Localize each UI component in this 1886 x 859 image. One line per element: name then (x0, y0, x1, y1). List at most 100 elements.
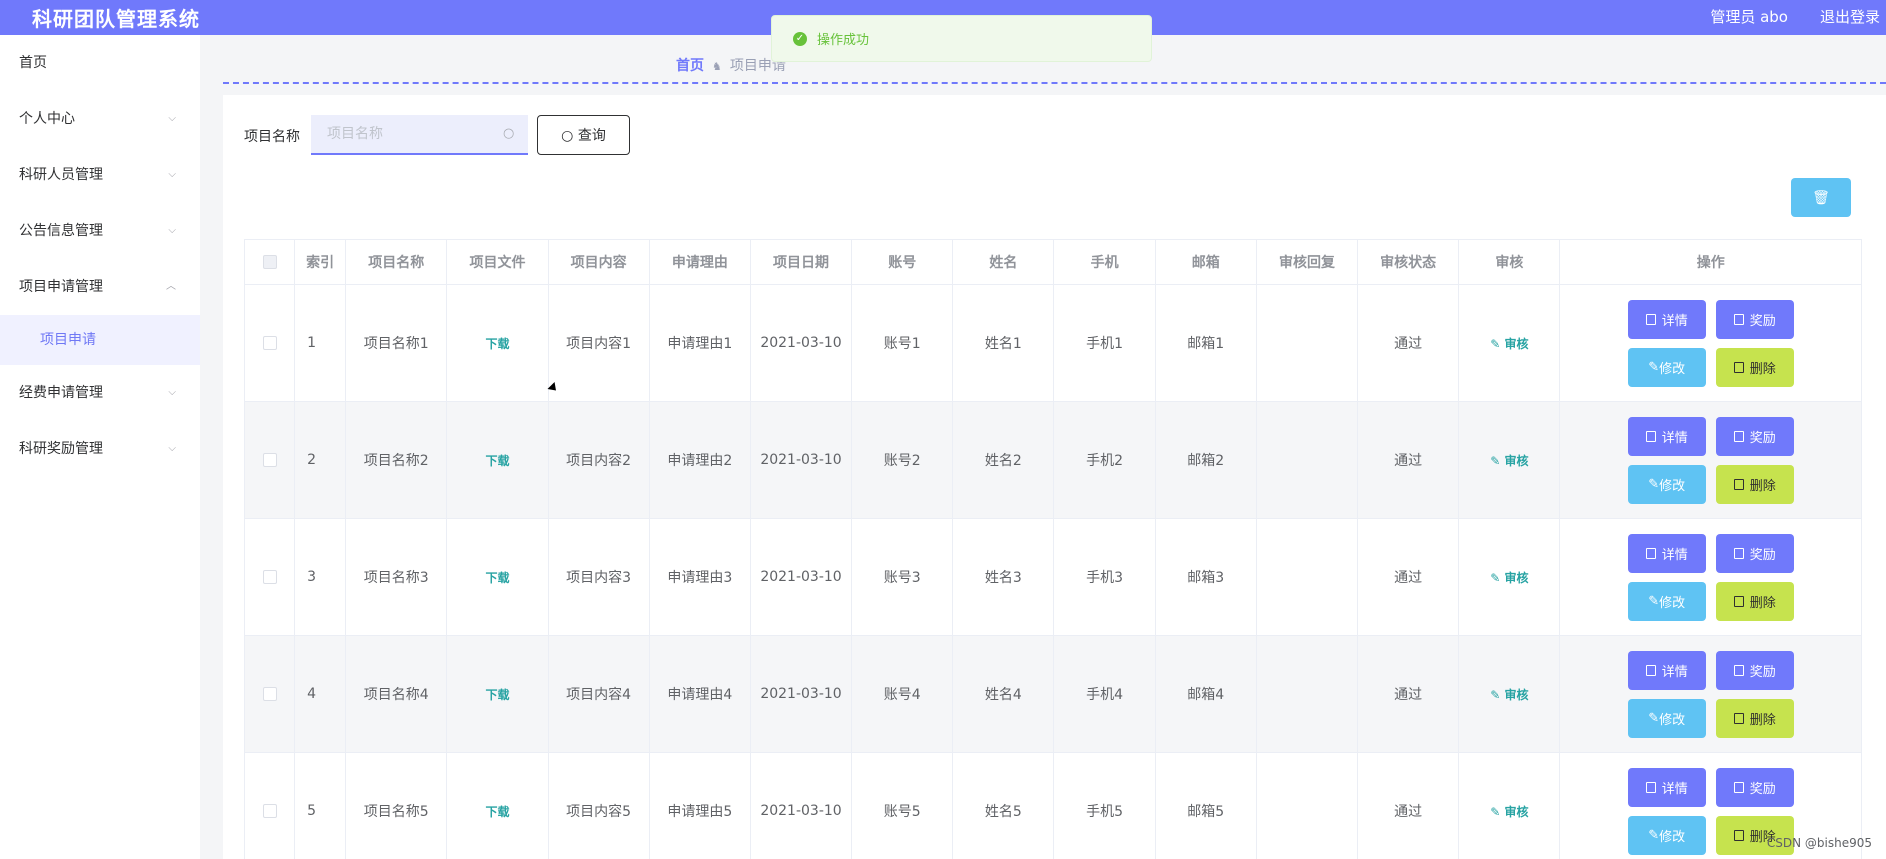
trash-icon: 🗑 (1812, 189, 1830, 205)
document-icon (1645, 664, 1656, 676)
sidebar-item-personal-center[interactable]: 个人中心 ⌵ (0, 91, 200, 147)
column-header: 申请理由 (648, 239, 751, 285)
document-icon (1733, 430, 1744, 442)
breadcrumb-home[interactable]: 首页 (676, 58, 704, 74)
award-button[interactable]: 奖励 (1715, 299, 1794, 339)
edit-button[interactable]: ✎ 修改 (1627, 464, 1706, 504)
delete-button[interactable]: 删除 (1715, 347, 1794, 387)
delete-button[interactable]: 删除 (1715, 581, 1794, 621)
detail-button[interactable]: 详情 (1627, 299, 1706, 339)
divider (223, 82, 1886, 84)
cell-content: 项目内容1 (547, 284, 650, 402)
edit-icon: ✎ (1648, 827, 1660, 843)
cell-person: 姓名3 (952, 518, 1055, 636)
column-header: 审核回复 (1255, 239, 1359, 285)
sidebar-item-label: 个人中心 (19, 111, 75, 127)
select-all-checkbox[interactable] (262, 255, 277, 269)
search-input[interactable] (311, 115, 528, 155)
delete-label: 删除 (1749, 478, 1776, 494)
edit-button[interactable]: ✎ 修改 (1627, 347, 1706, 387)
sidebar-item-notices[interactable]: 公告信息管理 ⌵ (0, 203, 200, 259)
document-icon (1645, 430, 1656, 442)
cell-index: 1 (294, 284, 347, 402)
cell-email: 邮箱4 (1154, 635, 1257, 753)
project-table: 索引 项目名称 项目文件 项目内容 申请理由 项目日期 账号 姓名 手机 邮箱 … (243, 239, 1862, 859)
award-button[interactable]: 奖励 (1715, 767, 1794, 807)
detail-button[interactable]: 详情 (1627, 416, 1706, 456)
download-link[interactable]: 下载 (485, 688, 509, 702)
search-label: 项目名称 (244, 129, 300, 145)
cell-phone: 手机4 (1053, 635, 1156, 753)
logout-link[interactable]: 退出登录 (1820, 6, 1880, 27)
document-icon (1733, 547, 1744, 559)
row-select-cell (243, 635, 296, 753)
detail-button[interactable]: 详情 (1627, 650, 1706, 690)
cell-reason: 申请理由1 (648, 284, 751, 402)
award-button[interactable]: 奖励 (1715, 650, 1794, 690)
cell-reply (1255, 401, 1359, 519)
sidebar-subitem-project-apply[interactable]: 项目申请 (0, 315, 200, 365)
download-link[interactable]: 下载 (485, 337, 509, 351)
cell-date: 2021-03-10 (749, 635, 853, 753)
app-title: 科研团队管理系统 (32, 7, 200, 31)
sidebar-item-researchers[interactable]: 科研人员管理 ⌵ (0, 147, 200, 203)
sidebar-item-label: 科研奖励管理 (19, 441, 103, 457)
cell-account: 账号1 (851, 284, 954, 402)
award-button[interactable]: 奖励 (1715, 533, 1794, 573)
edit-button[interactable]: ✎ 修改 (1627, 581, 1706, 621)
edit-button[interactable]: ✎ 修改 (1627, 698, 1706, 738)
trash-icon (1733, 829, 1744, 841)
award-button[interactable]: 奖励 (1715, 416, 1794, 456)
review-label: 审核 (1504, 336, 1529, 351)
cell-status: 通过 (1357, 284, 1460, 402)
download-link[interactable]: 下载 (485, 571, 509, 585)
sidebar-item-awards[interactable]: 科研奖励管理 ⌵ (0, 421, 200, 477)
sidebar-item-funding[interactable]: 经费申请管理 ⌵ (0, 365, 200, 421)
document-icon (1733, 313, 1744, 325)
delete-label: 删除 (1749, 595, 1776, 611)
review-link[interactable]: ✎ 审核 (1490, 571, 1528, 585)
cell-index: 2 (294, 401, 347, 519)
review-link[interactable]: ✎ 审核 (1490, 454, 1528, 468)
column-header: 项目名称 (345, 239, 448, 285)
edit-button[interactable]: ✎ 修改 (1627, 815, 1706, 855)
detail-button[interactable]: 详情 (1627, 767, 1706, 807)
column-header: 姓名 (952, 239, 1055, 285)
award-label: 奖励 (1749, 664, 1776, 680)
download-link[interactable]: 下载 (485, 454, 509, 468)
column-header: 索引 (294, 239, 347, 285)
trash-icon (1733, 712, 1744, 724)
sidebar-item-home[interactable]: 首页 (0, 35, 200, 91)
review-link[interactable]: ✎ 审核 (1490, 688, 1528, 702)
download-link[interactable]: 下载 (485, 805, 509, 819)
table-row: 1 项目名称1 下载 项目内容1 申请理由1 2021-03-10 账号1 姓名1 手机1 邮箱1… (243, 284, 1862, 402)
review-link[interactable]: ✎ 审核 (1490, 805, 1528, 819)
detail-button[interactable]: 详情 (1627, 533, 1706, 573)
query-button[interactable]: ○ 查询 (537, 115, 630, 155)
column-header: 账号 (851, 239, 954, 285)
cell-email: 邮箱1 (1154, 284, 1257, 402)
sidebar-item-label: 公告信息管理 (19, 223, 103, 239)
row-checkbox[interactable] (262, 336, 277, 350)
table-header-row: 索引 项目名称 项目文件 项目内容 申请理由 项目日期 账号 姓名 手机 邮箱 … (243, 239, 1862, 285)
watermark: CSDN @bishe905 (1766, 836, 1872, 850)
document-icon (1645, 547, 1656, 559)
row-checkbox[interactable] (262, 453, 277, 467)
delete-button[interactable]: 删除 (1715, 698, 1794, 738)
batch-delete-button[interactable]: 🗑 (1791, 178, 1851, 217)
sidebar-item-project-apply-mgmt[interactable]: 项目申请管理 ︿ (0, 259, 200, 315)
row-checkbox[interactable] (262, 687, 277, 701)
cell-status: 通过 (1357, 752, 1460, 859)
row-checkbox[interactable] (262, 570, 277, 584)
check-circle-icon: ✓ (793, 31, 807, 46)
award-label: 奖励 (1749, 781, 1776, 797)
cell-content: 项目内容2 (547, 401, 650, 519)
cell-actions: 详情 奖励 ✎ 修改 删除 (1559, 518, 1862, 636)
delete-button[interactable]: 删除 (1715, 464, 1794, 504)
row-checkbox[interactable] (262, 804, 277, 818)
cell-review: ✎ 审核 (1458, 752, 1561, 859)
trash-icon (1733, 595, 1744, 607)
edit-icon: ✎ (1648, 710, 1660, 726)
review-link[interactable]: ✎ 审核 (1490, 337, 1528, 351)
cell-date: 2021-03-10 (749, 752, 853, 859)
